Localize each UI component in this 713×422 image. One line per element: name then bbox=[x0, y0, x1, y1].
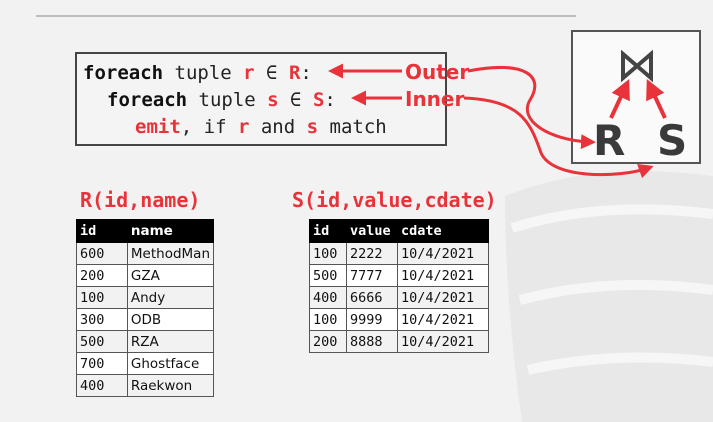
table-row: 400 6666 10/4/2021 bbox=[309, 286, 489, 309]
r-table-title: R(id,name) bbox=[80, 188, 201, 212]
cell-id: 200 bbox=[76, 264, 128, 287]
cell-id: 300 bbox=[76, 308, 128, 331]
cell-name: MethodMan bbox=[126, 242, 215, 265]
cell-value: 9999 bbox=[346, 308, 398, 331]
column-header-id: id bbox=[309, 219, 347, 243]
cell-id: 700 bbox=[76, 352, 128, 375]
cell-cdate: 10/4/2021 bbox=[397, 330, 489, 353]
table-row: 700 Ghostface bbox=[76, 352, 215, 375]
cell-name: RZA bbox=[126, 330, 215, 353]
cell-id: 400 bbox=[76, 374, 128, 397]
table-row: 500 7777 10/4/2021 bbox=[309, 264, 489, 287]
table-row: 100 2222 10/4/2021 bbox=[309, 242, 489, 265]
table-row: 600 MethodMan bbox=[76, 242, 215, 265]
cell-value: 8888 bbox=[346, 330, 398, 353]
cell-name: Andy bbox=[126, 286, 215, 309]
table-row: 400 Raekwon bbox=[76, 374, 215, 397]
cell-name: ODB bbox=[126, 308, 215, 331]
r-table: id name 600 MethodMan 200 GZA 100 Andy 300 O… bbox=[76, 219, 215, 397]
column-header-name: name bbox=[126, 219, 215, 243]
cell-value: 2222 bbox=[346, 242, 398, 265]
s-table: id value cdate 100 2222 10/4/2021 500 7777 1… bbox=[309, 219, 489, 353]
cell-id: 400 bbox=[309, 286, 347, 309]
cell-name: Raekwon bbox=[126, 374, 215, 397]
cell-value: 7777 bbox=[346, 264, 398, 287]
table-row: 200 GZA bbox=[76, 264, 215, 287]
cell-id: 200 bbox=[309, 330, 347, 353]
cell-id: 500 bbox=[309, 264, 347, 287]
table-row: 200 8888 10/4/2021 bbox=[309, 330, 489, 353]
table-row: 100 9999 10/4/2021 bbox=[309, 308, 489, 331]
table-row: 500 RZA bbox=[76, 330, 215, 353]
s-table-header: id value cdate bbox=[309, 219, 489, 243]
s-table-title: S(id,value,cdate) bbox=[292, 188, 497, 212]
cell-id: 500 bbox=[76, 330, 128, 353]
r-table-header: id name bbox=[76, 219, 215, 243]
cell-value: 6666 bbox=[346, 286, 398, 309]
cell-cdate: 10/4/2021 bbox=[397, 264, 489, 287]
cell-cdate: 10/4/2021 bbox=[397, 242, 489, 265]
table-row: 300 ODB bbox=[76, 308, 215, 331]
cell-id: 100 bbox=[309, 242, 347, 265]
column-header-cdate: cdate bbox=[397, 219, 489, 243]
column-header-id: id bbox=[76, 219, 128, 243]
table-row: 100 Andy bbox=[76, 286, 215, 309]
cell-id: 100 bbox=[76, 286, 128, 309]
column-header-value: value bbox=[346, 219, 398, 243]
cell-name: GZA bbox=[126, 264, 215, 287]
cell-cdate: 10/4/2021 bbox=[397, 286, 489, 309]
cell-id: 600 bbox=[76, 242, 128, 265]
cell-cdate: 10/4/2021 bbox=[397, 308, 489, 331]
outer-to-r-curve bbox=[467, 66, 596, 150]
cell-name: Ghostface bbox=[126, 352, 215, 375]
cell-id: 100 bbox=[309, 308, 347, 331]
